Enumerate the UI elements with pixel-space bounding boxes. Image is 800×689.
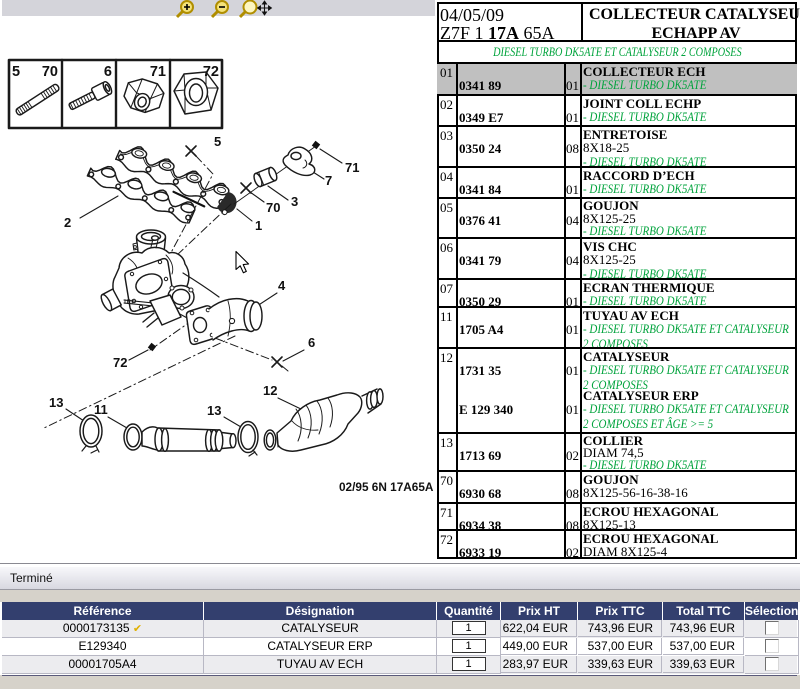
svg-text:13: 13 xyxy=(207,403,221,418)
svg-text:13: 13 xyxy=(49,395,63,410)
svg-text:72: 72 xyxy=(113,355,127,370)
svg-text:12: 12 xyxy=(263,383,277,398)
svg-text:4: 4 xyxy=(278,278,286,293)
svg-text:71: 71 xyxy=(150,64,166,80)
svg-text:5: 5 xyxy=(12,64,20,80)
svg-text:6: 6 xyxy=(308,335,315,350)
svg-text:6: 6 xyxy=(104,64,112,80)
svg-text:71: 71 xyxy=(345,160,359,175)
svg-text:70: 70 xyxy=(266,200,280,215)
svg-text:2: 2 xyxy=(64,215,71,230)
svg-text:1: 1 xyxy=(255,218,262,233)
svg-text:5: 5 xyxy=(214,134,221,149)
svg-text:7: 7 xyxy=(325,173,332,188)
svg-text:11: 11 xyxy=(94,402,108,417)
svg-text:72: 72 xyxy=(203,64,219,80)
svg-text:70: 70 xyxy=(42,64,58,80)
svg-text:3: 3 xyxy=(291,194,298,209)
svg-text:02/95 6N 17A65A: 02/95 6N 17A65A xyxy=(339,480,434,494)
